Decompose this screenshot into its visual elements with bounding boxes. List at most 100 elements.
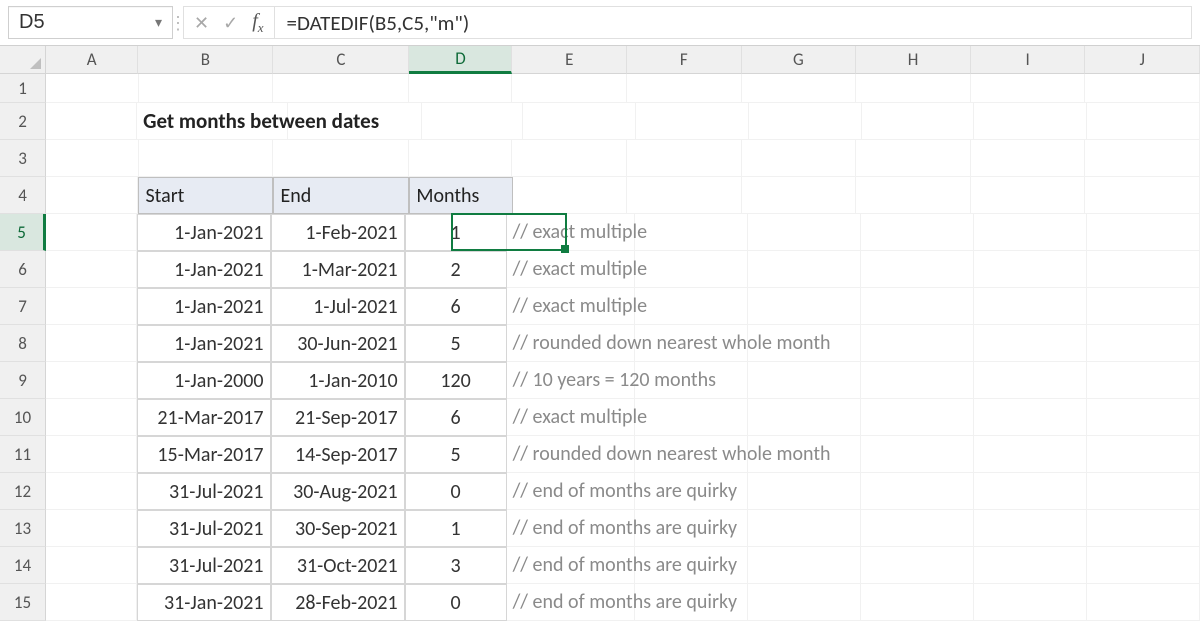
cell-months[interactable]: 5 — [405, 325, 507, 362]
cell[interactable] — [861, 399, 974, 436]
cell[interactable] — [635, 584, 748, 621]
enter-icon[interactable]: ✓ — [223, 14, 238, 32]
cell[interactable] — [1087, 362, 1200, 399]
row-header-4[interactable]: 4 — [0, 177, 46, 214]
cell-start[interactable]: 1-Jan-2021 — [137, 288, 270, 325]
cell[interactable] — [46, 214, 137, 251]
cell[interactable] — [748, 325, 861, 362]
cell[interactable] — [1087, 103, 1200, 140]
cell[interactable] — [1087, 436, 1200, 473]
row-header-12[interactable]: 12 — [0, 473, 46, 510]
cell-end[interactable]: 21-Sep-2017 — [271, 399, 405, 436]
cell[interactable] — [748, 251, 861, 288]
cell[interactable] — [46, 140, 139, 177]
cell[interactable] — [1085, 177, 1200, 214]
cell[interactable] — [974, 399, 1087, 436]
cell[interactable] — [46, 547, 137, 584]
row-header-13[interactable]: 13 — [0, 510, 46, 547]
cell[interactable] — [748, 399, 861, 436]
cell[interactable] — [974, 251, 1087, 288]
cell-end[interactable]: 30-Sep-2021 — [271, 510, 405, 547]
insert-function-icon[interactable]: fx — [252, 10, 263, 36]
cell[interactable] — [748, 214, 861, 251]
table-header-end[interactable]: End — [273, 177, 409, 214]
column-header-E[interactable]: E — [512, 46, 627, 74]
cell-end[interactable]: 1-Jan-2010 — [271, 362, 405, 399]
row-header-15[interactable]: 15 — [0, 584, 46, 621]
cell[interactable] — [971, 177, 1086, 214]
cell[interactable] — [627, 177, 742, 214]
cell[interactable] — [861, 288, 974, 325]
cell[interactable] — [635, 473, 748, 510]
cell[interactable] — [971, 74, 1086, 103]
row-header-9[interactable]: 9 — [0, 362, 46, 399]
cell[interactable] — [748, 584, 861, 621]
cell-start[interactable]: 1-Jan-2000 — [137, 362, 270, 399]
cell[interactable] — [46, 436, 137, 473]
cell-start[interactable]: 31-Jul-2021 — [137, 547, 270, 584]
cell-start[interactable]: 15-Mar-2017 — [137, 436, 270, 473]
cell[interactable] — [861, 214, 974, 251]
cell[interactable] — [974, 214, 1087, 251]
table-header-months[interactable]: Months — [409, 177, 512, 214]
cell[interactable] — [1087, 547, 1200, 584]
cell[interactable] — [1087, 399, 1200, 436]
cell[interactable] — [635, 251, 748, 288]
cell[interactable] — [409, 140, 512, 177]
cell[interactable] — [1087, 473, 1200, 510]
cell[interactable] — [748, 362, 861, 399]
column-header-B[interactable]: B — [138, 46, 273, 74]
cells-area[interactable]: Get months between datesStartEndMonths1-… — [46, 74, 1200, 621]
cell[interactable] — [974, 547, 1087, 584]
cell[interactable] — [1085, 74, 1200, 103]
cell[interactable] — [861, 325, 974, 362]
cell[interactable] — [748, 510, 861, 547]
cell[interactable] — [856, 74, 971, 103]
cell-months[interactable]: 0 — [405, 584, 507, 621]
cell[interactable] — [46, 362, 137, 399]
cell[interactable] — [46, 288, 137, 325]
cell[interactable] — [288, 103, 422, 140]
cell[interactable] — [974, 436, 1087, 473]
row-header-10[interactable]: 10 — [0, 399, 46, 436]
row-header-8[interactable]: 8 — [0, 325, 46, 362]
cell[interactable] — [974, 473, 1087, 510]
table-header-start[interactable]: Start — [138, 177, 273, 214]
cell[interactable] — [627, 74, 742, 103]
cell[interactable] — [46, 74, 139, 103]
cell[interactable] — [861, 436, 974, 473]
cell[interactable] — [861, 510, 974, 547]
cell-end[interactable]: 1-Feb-2021 — [271, 214, 405, 251]
cell-months[interactable]: 1 — [405, 214, 507, 251]
cell[interactable] — [635, 288, 748, 325]
cell-months[interactable]: 5 — [405, 436, 507, 473]
cell[interactable] — [1085, 140, 1200, 177]
cell[interactable] — [742, 140, 857, 177]
row-header-7[interactable]: 7 — [0, 288, 46, 325]
cell[interactable] — [861, 473, 974, 510]
cell-end[interactable]: 31-Oct-2021 — [271, 547, 405, 584]
cell[interactable] — [856, 177, 971, 214]
cell[interactable] — [974, 510, 1087, 547]
cell[interactable] — [749, 103, 862, 140]
cell[interactable] — [46, 584, 137, 621]
cancel-icon[interactable]: ✕ — [194, 14, 209, 32]
column-header-D[interactable]: D — [409, 46, 512, 74]
cell[interactable] — [139, 140, 274, 177]
cell[interactable] — [748, 547, 861, 584]
column-header-J[interactable]: J — [1085, 46, 1200, 74]
cell[interactable] — [512, 74, 627, 103]
cell[interactable] — [971, 140, 1086, 177]
cell[interactable] — [748, 436, 861, 473]
name-box-input[interactable] — [19, 11, 149, 34]
formula-input[interactable]: =DATEDIF(B5,C5,"m") — [274, 6, 1192, 39]
cell-months[interactable]: 3 — [405, 547, 507, 584]
cell-months[interactable]: 2 — [405, 251, 507, 288]
cell[interactable] — [635, 214, 748, 251]
cell[interactable] — [862, 103, 975, 140]
cell[interactable] — [513, 177, 628, 214]
cell[interactable] — [1087, 251, 1200, 288]
cell[interactable] — [636, 103, 749, 140]
cell-start[interactable]: 21-Mar-2017 — [137, 399, 270, 436]
name-box[interactable]: ▾ — [8, 6, 173, 39]
